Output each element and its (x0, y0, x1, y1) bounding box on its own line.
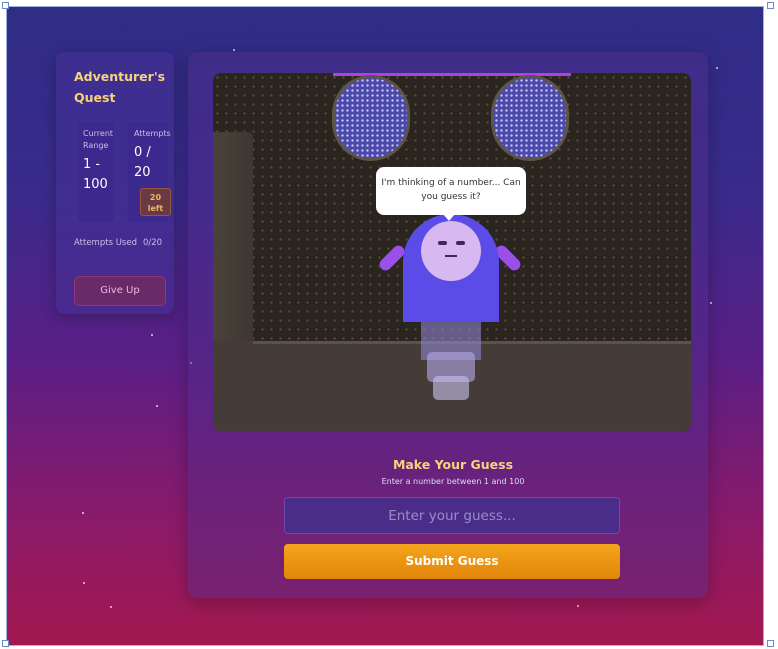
star (156, 405, 158, 407)
attempts-value: 0 / 20 (134, 145, 151, 180)
attempts-label: Attempts (134, 129, 171, 138)
star (82, 512, 84, 514)
speech-bubble-tail (443, 214, 455, 221)
resize-handle[interactable] (2, 2, 9, 9)
resize-handle[interactable] (767, 2, 774, 9)
star (710, 302, 712, 304)
star (577, 605, 579, 607)
range-value: 1 - 100 (83, 157, 108, 192)
attempts-used-value: 0/20 (143, 238, 163, 248)
star (151, 334, 153, 336)
give-up-button[interactable]: Give Up (74, 276, 166, 306)
attempts-used-label: Attempts Used (74, 238, 137, 248)
star (110, 606, 112, 608)
robot-mouth (445, 255, 457, 257)
range-label: Current Range (83, 129, 114, 150)
guess-hint: Enter a number between 1 and 100 (381, 477, 525, 486)
star (716, 67, 718, 69)
star (83, 582, 85, 584)
attempts-left-badge: 20 left (140, 188, 171, 216)
guess-input[interactable] (284, 497, 620, 534)
star (233, 49, 235, 51)
porthole-right (491, 75, 569, 161)
robot-thruster (433, 376, 469, 400)
submit-guess-button[interactable]: Submit Guess (284, 544, 620, 579)
porthole-left (332, 75, 410, 161)
resize-handle[interactable] (767, 640, 774, 647)
resize-handle[interactable] (2, 640, 9, 647)
robot-face (421, 221, 481, 281)
robot-eye-right (456, 241, 465, 245)
speech-bubble: I'm thinking of a number... Can you gues… (376, 167, 526, 215)
robot-eye-left (438, 241, 447, 245)
panel-title: Adventurer's Quest (74, 69, 166, 105)
guess-title: Make Your Guess (392, 457, 514, 472)
